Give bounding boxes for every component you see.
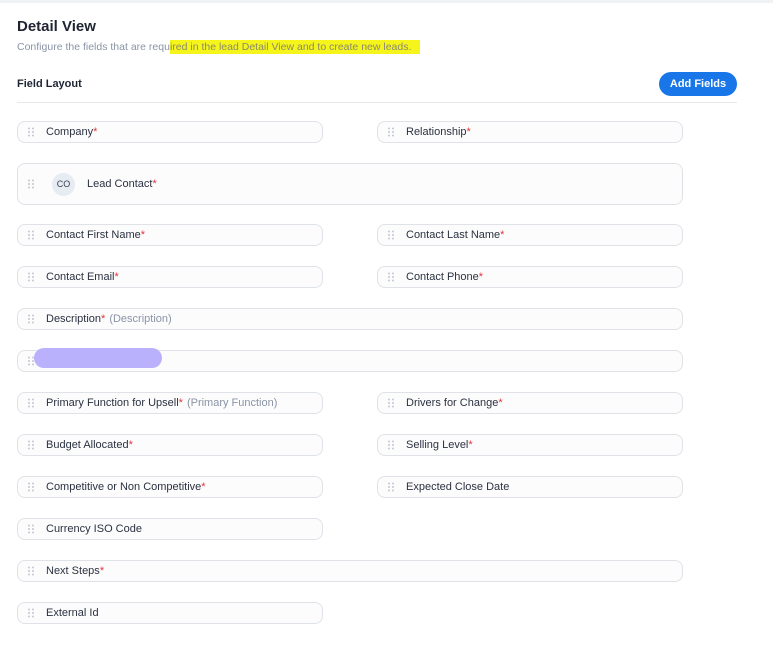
drag-handle-icon[interactable] [27, 398, 35, 408]
field-hint: (Primary Function) [186, 397, 278, 409]
top-border [0, 0, 773, 3]
field-company[interactable]: Company * [17, 121, 323, 143]
required-marker: * [93, 126, 98, 138]
drag-handle-icon[interactable] [27, 440, 35, 450]
required-marker: * [128, 439, 133, 451]
field-label: Budget Allocated [46, 439, 129, 451]
required-marker: * [478, 271, 484, 283]
field-label: Primary Function for Upsell [46, 397, 179, 409]
drag-handle-icon[interactable] [27, 314, 35, 324]
field-contact-email[interactable]: Contact Email * [17, 266, 323, 288]
required-marker: * [99, 565, 105, 577]
field-label: Company [46, 126, 94, 138]
field-label: Competitive or Non Competitive [46, 481, 202, 493]
field-contact-first-name[interactable]: Contact First Name * [17, 224, 323, 246]
drag-handle-icon[interactable] [387, 127, 395, 137]
field-contact-phone[interactable]: Contact Phone * [377, 266, 683, 288]
drag-handle-icon[interactable] [27, 179, 35, 189]
field-hint: (Description) [109, 313, 172, 325]
drag-handle-icon[interactable] [387, 230, 395, 240]
required-marker: * [101, 313, 106, 325]
field-competitive[interactable]: Competitive or Non Competitive * [17, 476, 323, 498]
drag-handle-icon[interactable] [27, 272, 35, 282]
drag-handle-icon[interactable] [27, 230, 35, 240]
field-description[interactable]: Description * (Description) [17, 308, 683, 330]
field-selling-level[interactable]: Selling Level * [377, 434, 683, 456]
drag-handle-icon[interactable] [387, 272, 395, 282]
drag-handle-icon[interactable] [27, 566, 35, 576]
field-next-steps[interactable]: Next Steps * [17, 560, 683, 582]
field-label: External Id [46, 607, 99, 619]
field-label: Expected Close Date [406, 481, 510, 493]
page-title: Detail View [17, 18, 96, 35]
field-label: Currency ISO Code [46, 523, 142, 535]
avatar: CO [52, 172, 75, 196]
required-marker: * [468, 439, 473, 451]
required-marker: * [201, 481, 206, 493]
divider [17, 102, 737, 103]
drag-handle-icon[interactable] [27, 608, 35, 618]
drag-handle-icon[interactable] [27, 127, 35, 137]
drag-handle-icon[interactable] [387, 440, 395, 450]
drag-handle-icon[interactable] [27, 524, 35, 534]
field-label: Contact Phone [406, 271, 479, 283]
required-marker: * [114, 271, 119, 283]
field-budget-allocated[interactable]: Budget Allocated * [17, 434, 323, 456]
field-label: Lead Contact [87, 178, 153, 190]
description-text: Configure the fields that are requ [17, 41, 170, 53]
field-label: Drivers for Change [406, 397, 499, 409]
required-marker: * [178, 397, 183, 409]
field-primary-function[interactable]: Primary Function for Upsell * (Primary Fun… [17, 392, 323, 414]
drag-handle-icon[interactable] [387, 482, 395, 492]
field-label: Description [46, 313, 102, 325]
field-external-id[interactable]: External Id [17, 602, 323, 624]
field-contact-last-name[interactable]: Contact Last Name * [377, 224, 683, 246]
field-label: Contact Email [46, 271, 115, 283]
drag-handle-icon[interactable] [27, 482, 35, 492]
redaction-overlay [34, 348, 162, 368]
field-relationship[interactable]: Relationship * [377, 121, 683, 143]
field-label: Contact Last Name [406, 229, 501, 241]
required-marker: * [498, 397, 503, 409]
required-marker: * [140, 229, 146, 241]
field-lead-contact[interactable]: CO Lead Contact * [17, 163, 683, 205]
field-expected-close-date[interactable]: Expected Close Date [377, 476, 683, 498]
field-layout-heading: Field Layout [17, 78, 82, 90]
field-currency-iso-code[interactable]: Currency ISO Code [17, 518, 323, 540]
add-fields-button[interactable]: Add Fields [659, 72, 737, 96]
required-marker: * [500, 229, 505, 241]
field-drivers-for-change[interactable]: Drivers for Change * [377, 392, 683, 414]
highlighted-text: ired in the lead Detail View and to crea… [169, 40, 421, 54]
required-marker: * [466, 126, 471, 138]
field-label: Next Steps [46, 565, 100, 577]
drag-handle-icon[interactable] [387, 398, 395, 408]
required-marker: * [152, 178, 157, 190]
field-label: Selling Level [406, 439, 469, 451]
field-label: Relationship [406, 126, 467, 138]
field-label: Contact First Name [46, 229, 141, 241]
page-description: Configure the fields that are required i… [17, 40, 421, 54]
